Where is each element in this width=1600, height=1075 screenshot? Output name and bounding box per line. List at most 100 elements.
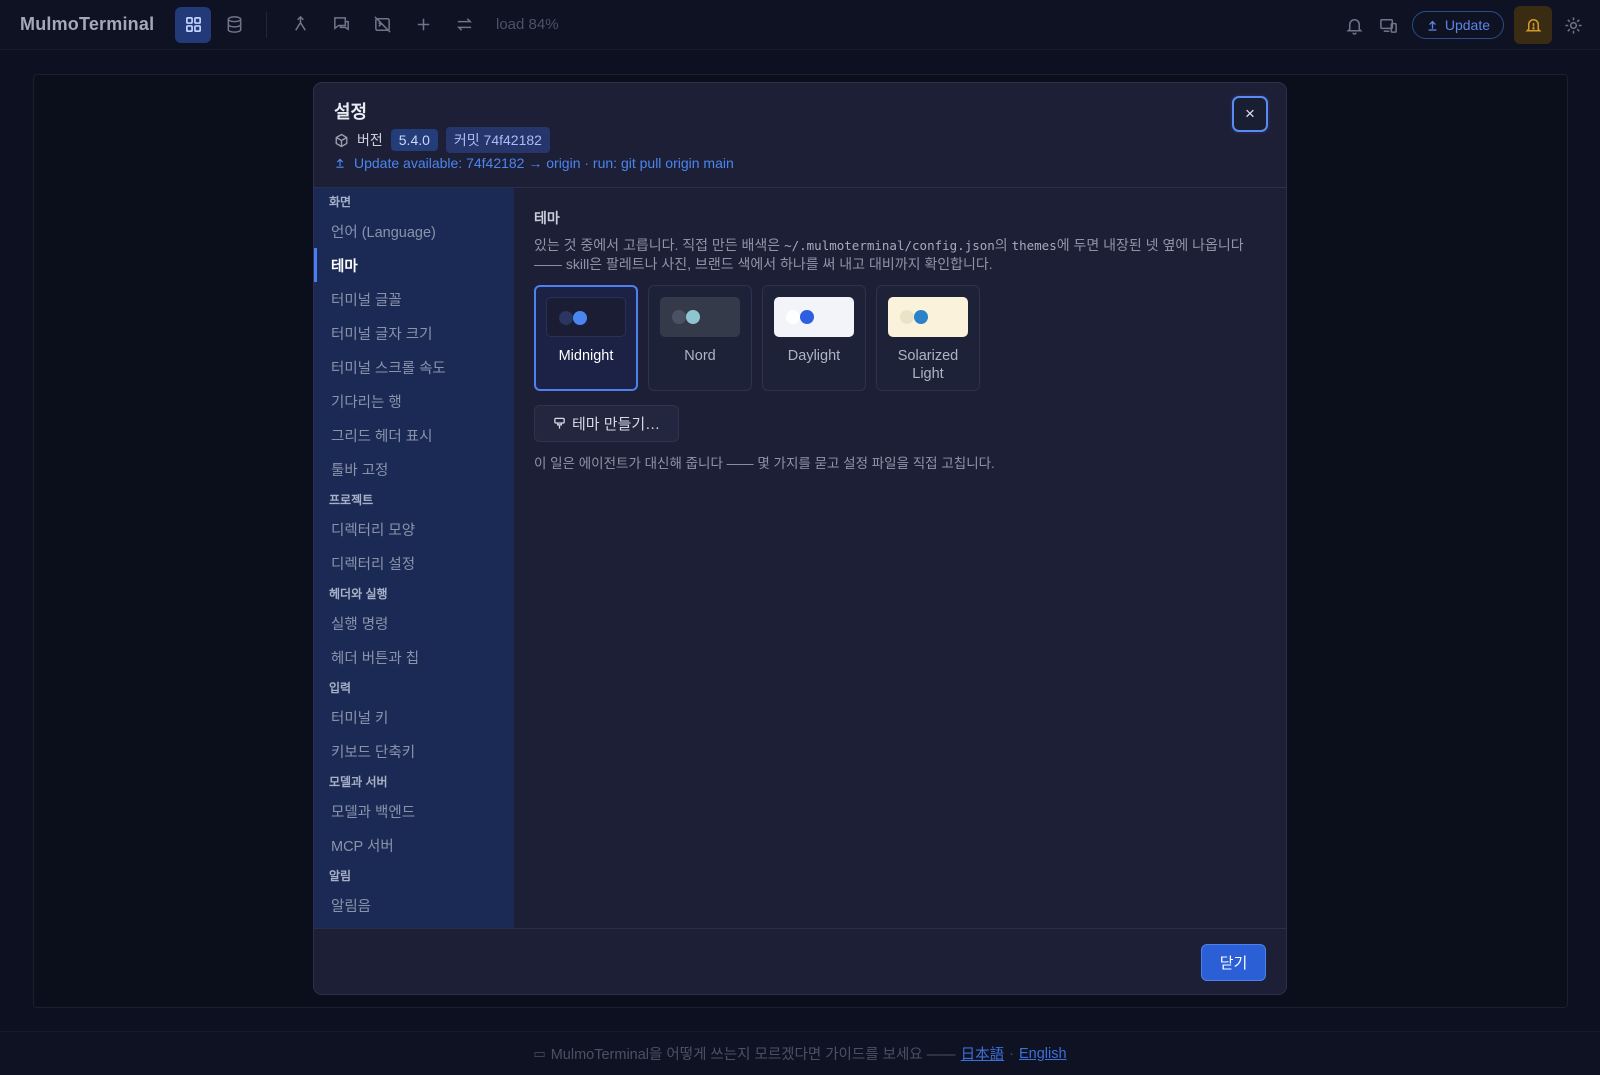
chat-button[interactable] bbox=[323, 7, 359, 43]
section-label-header-run: 헤더와 실행 bbox=[329, 587, 388, 601]
make-theme-label: 테마 만들기… bbox=[572, 416, 661, 433]
swap-icon bbox=[456, 18, 472, 31]
update-notice-text: Update available: 74f42182 → origin · ru… bbox=[354, 155, 734, 171]
upload-icon bbox=[336, 158, 344, 168]
terminal-off-button[interactable] bbox=[364, 7, 400, 43]
swatch-dot bbox=[573, 311, 587, 325]
close-button[interactable]: 닫기 bbox=[1201, 944, 1266, 981]
sidebar-item-header-buttons[interactable]: 헤더 버튼과 칩 bbox=[314, 640, 514, 674]
close-icon-button[interactable]: × bbox=[1232, 96, 1268, 132]
devices-button[interactable] bbox=[1372, 8, 1406, 42]
toolbar-divider bbox=[266, 11, 267, 38]
database-button[interactable] bbox=[216, 7, 252, 43]
merge-icon bbox=[294, 15, 306, 31]
merge-button[interactable] bbox=[282, 7, 318, 43]
theme-list: Midnight Nord Daylight Solarized Light bbox=[534, 285, 980, 391]
sidebar-item-pin-toolbar[interactable]: 툴바 고정 bbox=[314, 452, 514, 486]
bell-icon bbox=[1346, 18, 1363, 35]
add-button[interactable] bbox=[405, 7, 441, 43]
gear-icon bbox=[1564, 16, 1582, 34]
sidebar-item-mcp-servers[interactable]: MCP 서버 bbox=[314, 828, 514, 862]
swap-button[interactable] bbox=[446, 7, 482, 43]
section-label-input: 입력 bbox=[329, 681, 352, 695]
sidebar-item-language[interactable]: 언어 (Language) bbox=[314, 214, 514, 248]
load-indicator: load 84% bbox=[496, 16, 559, 33]
version-badge: 5.4.0 bbox=[390, 129, 438, 151]
theme-panel: 테마 있는 것 중에서 고릅니다. 직접 만든 배색은 ~/.mulmoterm… bbox=[514, 188, 1286, 928]
theme-swatch bbox=[888, 297, 968, 337]
alerts-warning-button[interactable] bbox=[1514, 6, 1552, 44]
guide-link-english[interactable]: English bbox=[1019, 1046, 1067, 1062]
sidebar-item-directory-settings[interactable]: 디렉터리 설정 bbox=[314, 546, 514, 580]
theme-name: Solarized Light bbox=[897, 348, 959, 382]
theme-swatch bbox=[546, 297, 626, 337]
sidebar-item-keyboard-shortcuts[interactable]: 키보드 단축키 bbox=[314, 734, 514, 768]
config-path: ~/.mulmoterminal/config.json bbox=[784, 238, 995, 253]
sidebar-item-terminal-font-size[interactable]: 터미널 글자 크기 bbox=[314, 316, 514, 350]
guide-link-japanese[interactable]: 日本語 bbox=[961, 1043, 1005, 1064]
sidebar-item-models-backends[interactable]: 모델과 백엔드 bbox=[314, 794, 514, 828]
version-row: 버전 5.4.0 커밋 74f42182 bbox=[334, 127, 550, 153]
section-label-notifications: 알림 bbox=[329, 869, 352, 883]
theme-card-nord[interactable]: Nord bbox=[648, 285, 752, 391]
theme-card-solarized-light[interactable]: Solarized Light bbox=[876, 285, 980, 391]
upload-icon bbox=[1428, 20, 1437, 31]
panel-title: 테마 bbox=[534, 210, 560, 226]
app-title: MulmoTerminal bbox=[20, 14, 155, 34]
sidebar-item-run-command[interactable]: 실행 명령 bbox=[314, 606, 514, 640]
dialog-header: 설정 버전 5.4.0 커밋 74f42182 Update available… bbox=[314, 83, 1286, 188]
package-icon bbox=[335, 133, 348, 147]
sidebar-item-terminal-keys[interactable]: 터미널 키 bbox=[314, 700, 514, 734]
swatch-dot bbox=[900, 310, 914, 324]
theme-card-daylight[interactable]: Daylight bbox=[762, 285, 866, 391]
bell-warning-icon bbox=[1524, 18, 1542, 31]
desc-text: 의 bbox=[994, 237, 1012, 253]
chat-icon bbox=[333, 17, 349, 31]
section-label-display: 화면 bbox=[329, 195, 352, 209]
plus-icon bbox=[417, 18, 429, 31]
sidebar-item-theme[interactable]: 테마 bbox=[314, 248, 514, 282]
notifications-button[interactable] bbox=[1338, 8, 1372, 42]
make-theme-note: 이 일은 에이전트가 대신해 줍니다 —— 몇 가지를 묻고 설정 파일을 직접… bbox=[534, 456, 995, 471]
terminal-off-icon bbox=[373, 16, 391, 33]
swatch-dot bbox=[686, 310, 700, 324]
swatch-dot bbox=[672, 310, 686, 324]
update-button[interactable]: Update bbox=[1411, 11, 1504, 39]
close-icon: × bbox=[1245, 104, 1255, 123]
panel-description: 있는 것 중에서 고릅니다. 직접 만든 배색은 ~/.mulmotermina… bbox=[534, 236, 1254, 273]
sidebar-item-terminal-font[interactable]: 터미널 글꼴 bbox=[314, 282, 514, 316]
settings-dialog: 설정 버전 5.4.0 커밋 74f42182 Update available… bbox=[313, 82, 1287, 995]
theme-name: Nord bbox=[684, 348, 716, 364]
guide-text: MulmoTerminal을 어떻게 쓰는지 모르겠다면 가이드를 보세요 —— bbox=[550, 1047, 956, 1063]
theme-swatch bbox=[660, 297, 740, 337]
settings-sidebar: 화면 언어 (Language) 테마 터미널 글꼴 터미널 글자 크기 터미널… bbox=[314, 188, 514, 928]
grid-icon bbox=[185, 16, 201, 33]
dialog-footer: 닫기 bbox=[314, 928, 1286, 994]
theme-card-midnight[interactable]: Midnight bbox=[534, 285, 638, 391]
book-icon: ▭ bbox=[533, 1045, 546, 1061]
database-icon bbox=[227, 16, 241, 33]
link-separator: · bbox=[1009, 1045, 1014, 1062]
themes-key: themes bbox=[1011, 238, 1057, 253]
make-theme-button[interactable]: 테마 만들기… bbox=[534, 405, 680, 442]
swatch-dot bbox=[786, 310, 800, 324]
sidebar-item-notification-sound[interactable]: 알림음 bbox=[314, 888, 514, 922]
theme-name: Midnight bbox=[558, 348, 614, 364]
version-label: 버전 bbox=[357, 132, 383, 148]
sidebar-item-waiting-rows[interactable]: 기다리는 행 bbox=[314, 384, 514, 418]
update-notice[interactable]: Update available: 74f42182 → origin · ru… bbox=[334, 155, 734, 171]
theme-name: Daylight bbox=[787, 348, 841, 364]
sidebar-item-terminal-scroll-speed[interactable]: 터미널 스크롤 속도 bbox=[314, 350, 514, 384]
top-bar: MulmoTerminal load 84% Update bbox=[0, 0, 1600, 50]
grid-view-button[interactable] bbox=[175, 6, 211, 43]
paint-brush-icon bbox=[554, 417, 565, 429]
sidebar-item-directory-look[interactable]: 디렉터리 모양 bbox=[314, 512, 514, 546]
sidebar-item-grid-header[interactable]: 그리드 헤더 표시 bbox=[314, 418, 514, 452]
toolbar-right: Update bbox=[1338, 0, 1600, 50]
swatch-dot bbox=[559, 311, 573, 325]
devices-icon bbox=[1380, 18, 1398, 33]
settings-button[interactable] bbox=[1556, 8, 1590, 42]
dialog-title: 설정 bbox=[334, 102, 368, 122]
swatch-dot bbox=[800, 310, 814, 324]
commit-badge: 커밋 74f42182 bbox=[445, 127, 550, 153]
